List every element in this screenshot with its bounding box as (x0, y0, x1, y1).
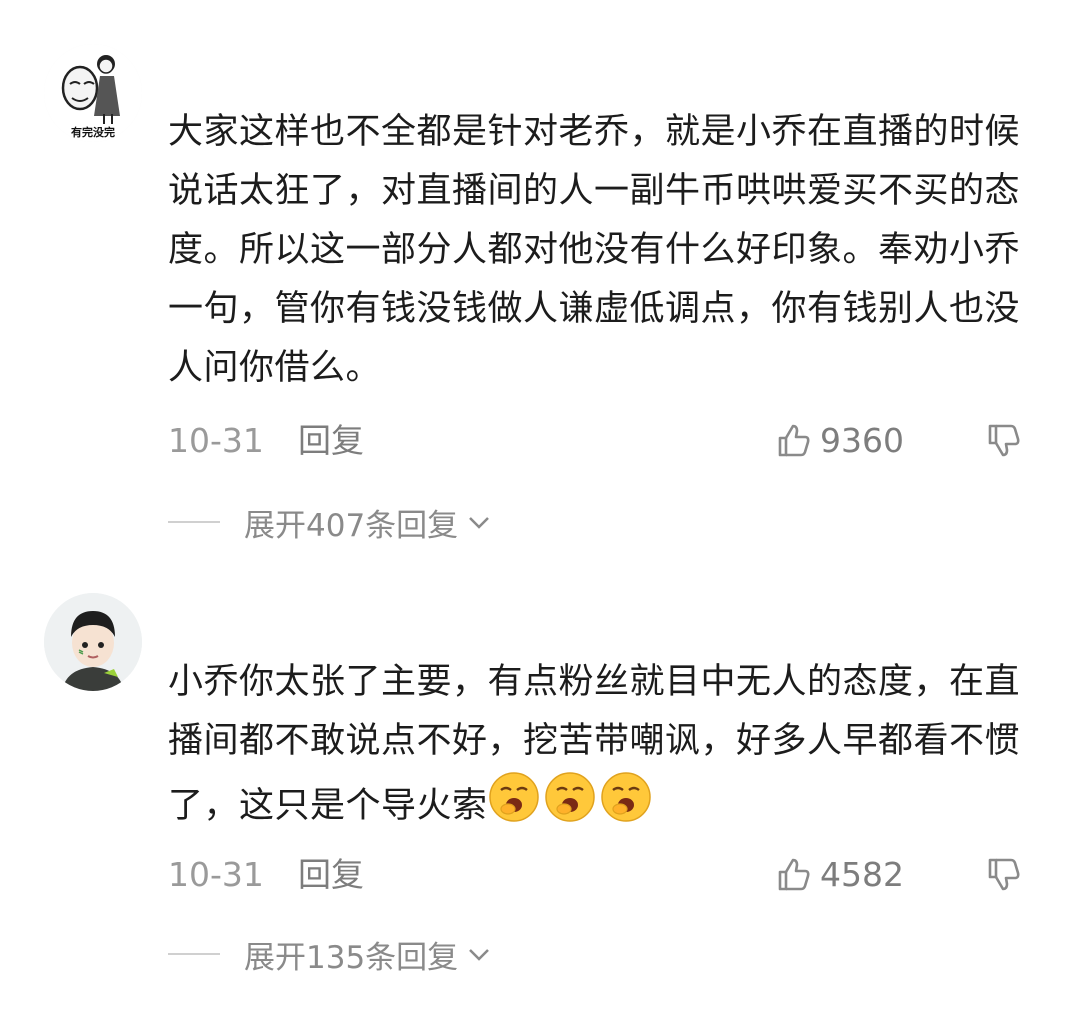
like-count: 9360 (820, 421, 904, 460)
comment-meta: 10-31 回复 9360 (168, 416, 1024, 466)
divider-line (168, 521, 220, 523)
divider-line (168, 953, 220, 955)
thumbs-up-icon (778, 858, 810, 891)
chevron-down-icon (469, 517, 490, 529)
thumbs-up-icon (778, 424, 810, 457)
thumbs-down-icon (988, 424, 1020, 457)
expand-replies-button[interactable]: 展开407条回复 (168, 497, 492, 547)
like-button[interactable]: 9360 (774, 416, 904, 466)
yawn-emoji (488, 772, 539, 822)
reply-button[interactable]: 回复 (298, 850, 364, 900)
chevron-down-icon (469, 949, 490, 961)
dislike-button[interactable] (984, 854, 1024, 902)
reply-button[interactable]: 回复 (298, 416, 364, 466)
comment-date: 10-31 (168, 421, 264, 460)
avatar[interactable] (44, 593, 142, 691)
comment-meta: 10-31 回复 4582 (168, 850, 1024, 900)
avatar-caption: 有完没完 (71, 125, 115, 139)
expand-replies-label: 展开407条回复 (244, 507, 459, 544)
comment-text: 大家这样也不全都是针对老乔，就是小乔在直播的时候说话太狂了，对直播间的人一副牛币… (168, 112, 1021, 388)
meme-avatar-image: 有完没完 (44, 44, 142, 142)
yawn-emoji (600, 772, 651, 822)
avatar[interactable]: 有完没完 (44, 44, 142, 142)
expand-replies-label: 展开135条回复 (244, 939, 459, 976)
comment-text: 小乔你太张了主要，有点粉丝就目中无人的态度，在直播间都不敢说点不好，挖苦带嘲讽，… (168, 653, 1038, 836)
comment-date: 10-31 (168, 855, 264, 894)
cartoon-boy-avatar-image (44, 593, 142, 691)
like-button[interactable]: 4582 (774, 850, 904, 900)
dislike-button[interactable] (984, 420, 1024, 468)
yawn-emoji (544, 772, 595, 822)
like-count: 4582 (820, 855, 904, 894)
expand-replies-button[interactable]: 展开135条回复 (168, 929, 492, 979)
thumbs-down-icon (988, 858, 1020, 891)
